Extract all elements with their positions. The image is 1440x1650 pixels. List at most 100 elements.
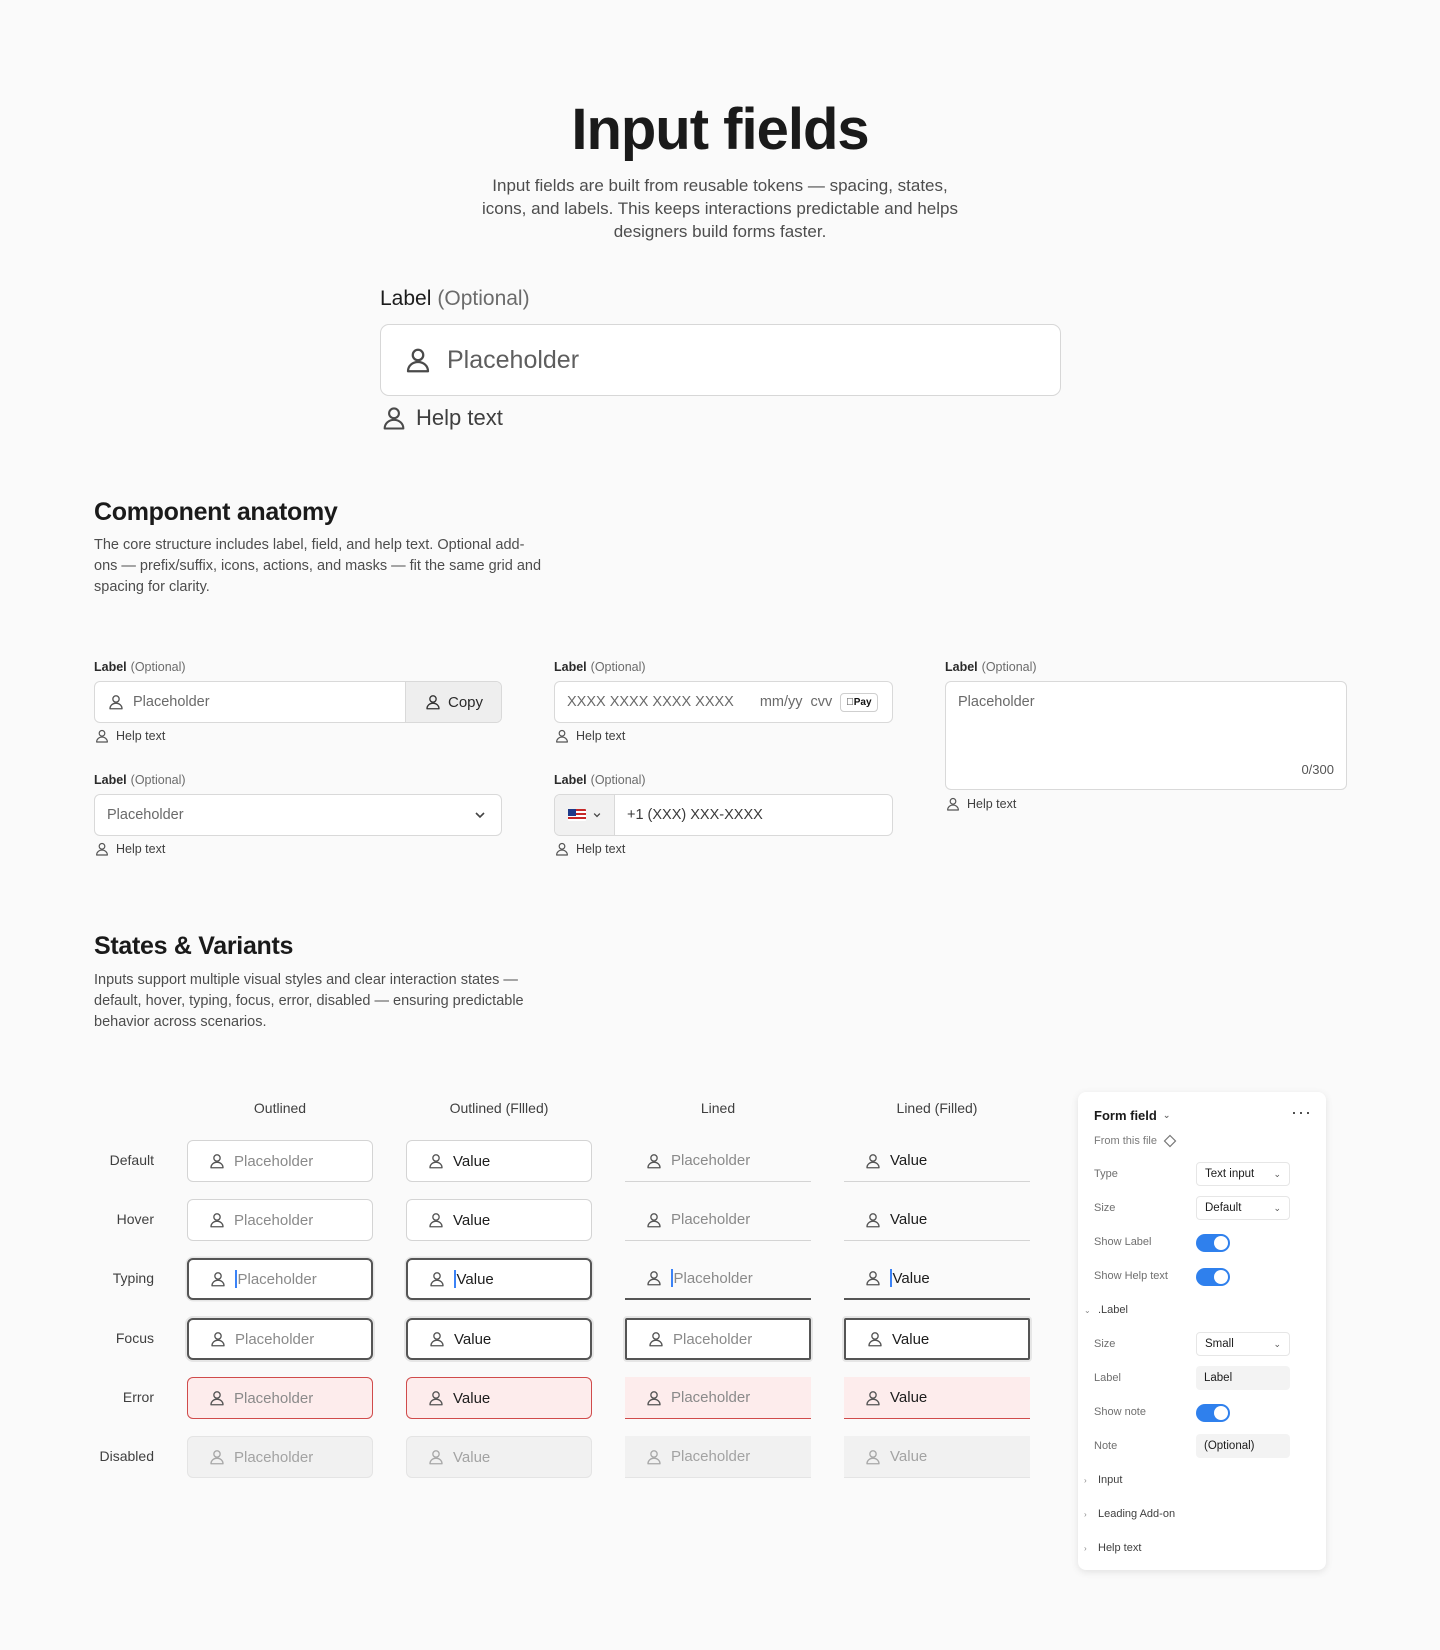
placeholder-text: Placeholder <box>107 807 184 823</box>
show-help-toggle[interactable] <box>1196 1268 1230 1286</box>
text-caret <box>235 1270 237 1288</box>
lined-filled-disabled-input: Value <box>844 1436 1030 1478</box>
outlined-default-input[interactable]: Placeholder <box>187 1140 373 1182</box>
card-field-help: Help text <box>554 728 625 744</box>
lined-filled-default-input[interactable]: Value <box>844 1140 1030 1182</box>
help-text: Help text <box>116 842 166 856</box>
hero-help-text: Help text <box>380 404 503 432</box>
show-label-toggle[interactable] <box>1196 1234 1230 1252</box>
label-text: Label <box>380 287 432 310</box>
size-row-label: Size <box>1094 1202 1116 1214</box>
lined-disabled-input: Placeholder <box>625 1436 811 1478</box>
leading-addon-group-header[interactable]: › Leading Add-on <box>1084 1508 1175 1520</box>
lined-focus-input[interactable]: Placeholder <box>625 1318 811 1360</box>
user-icon <box>209 1270 227 1288</box>
label-group-header[interactable]: ⌄ .Label <box>1084 1304 1128 1316</box>
input-group-header[interactable]: › Input <box>1084 1474 1122 1486</box>
select-field-help: Help text <box>94 841 165 857</box>
user-icon <box>645 1152 663 1170</box>
panel-title[interactable]: Form field ⌄ <box>1094 1108 1170 1123</box>
user-icon <box>427 1211 445 1229</box>
user-icon <box>427 1152 445 1170</box>
copy-field-label: Label (Optional) <box>94 660 186 674</box>
user-icon <box>428 1330 446 1348</box>
lined-hover-input[interactable]: Placeholder <box>625 1199 811 1241</box>
user-icon <box>864 1152 882 1170</box>
outlined-filled-typing-input[interactable]: Value <box>406 1258 592 1300</box>
card-cvv-mask: cvv <box>810 694 833 710</box>
help-text-group-header[interactable]: › Help text <box>1084 1542 1141 1554</box>
row-header-hover: Hover <box>116 1211 154 1227</box>
label-text-input[interactable]: Label <box>1196 1366 1290 1390</box>
lined-filled-error-input[interactable]: Value <box>844 1377 1030 1419</box>
text-caret <box>454 1270 456 1288</box>
user-icon <box>645 1269 663 1287</box>
value-text: Value <box>890 1152 928 1169</box>
outlined-filled-focus-input[interactable]: Value <box>406 1318 592 1360</box>
copy-input[interactable]: Placeholder Copy <box>94 681 502 723</box>
country-selector[interactable] <box>555 795 615 835</box>
lined-error-input[interactable]: Placeholder <box>625 1377 811 1419</box>
note-text-input[interactable]: (Optional) <box>1196 1434 1290 1458</box>
placeholder-text: Placeholder <box>133 694 210 710</box>
row-header-disabled: Disabled <box>99 1448 154 1464</box>
outlined-error-input[interactable]: Placeholder <box>187 1377 373 1419</box>
textarea-input[interactable]: Placeholder 0/300 <box>945 681 1347 790</box>
user-icon <box>645 1448 663 1466</box>
row-header-focus: Focus <box>115 1330 154 1346</box>
textarea-help: Help text <box>945 796 1016 812</box>
chevron-down-icon <box>593 813 600 818</box>
lined-typing-input[interactable]: Placeholder <box>625 1258 811 1300</box>
placeholder-text: Placeholder <box>235 1330 315 1348</box>
show-note-toggle[interactable] <box>1196 1404 1230 1422</box>
phone-input[interactable]: +1 (XXX) XXX-XXXX <box>554 794 893 836</box>
user-icon <box>94 728 110 744</box>
user-icon <box>107 693 125 711</box>
user-icon <box>208 1389 226 1407</box>
lined-filled-hover-input[interactable]: Value <box>844 1199 1030 1241</box>
type-select[interactable]: Text input ⌄ <box>1196 1162 1290 1186</box>
user-icon <box>424 693 442 711</box>
column-header-outlined: Outlined <box>253 1100 307 1116</box>
size-value: Default <box>1205 1202 1242 1214</box>
placeholder-text: Placeholder <box>671 1448 751 1465</box>
outlined-filled-error-input[interactable]: Value <box>406 1377 592 1419</box>
user-icon <box>380 404 408 432</box>
lined-default-input[interactable]: Placeholder <box>625 1140 811 1182</box>
placeholder-text: Placeholder <box>671 1211 751 1228</box>
outlined-filled-default-input[interactable]: Value <box>406 1140 592 1182</box>
user-icon <box>647 1330 665 1348</box>
user-icon <box>645 1389 663 1407</box>
hero-text-input[interactable]: Placeholder <box>380 324 1061 396</box>
states-description: Inputs support multiple visual styles an… <box>94 972 524 1030</box>
lined-filled-typing-input[interactable]: Value <box>844 1258 1030 1300</box>
phone-field-help: Help text <box>554 841 625 857</box>
size-select[interactable]: Default ⌄ <box>1196 1196 1290 1220</box>
apple-pay-badge[interactable]: Pay <box>840 692 878 712</box>
placeholder-text: Placeholder <box>673 1269 753 1287</box>
chevron-right-icon: › <box>1084 1509 1087 1519</box>
select-dropdown[interactable]: Placeholder <box>94 794 502 836</box>
card-number-input[interactable]: XXXX XXXX XXXX XXXX mm/yy cvv Pay <box>554 681 893 723</box>
chevron-down-icon: ⌄ <box>1162 1110 1171 1120</box>
user-icon <box>427 1389 445 1407</box>
label-text: Label <box>94 773 127 787</box>
user-icon <box>864 1448 882 1466</box>
label-size-value: Small <box>1205 1338 1234 1350</box>
outlined-focus-input[interactable]: Placeholder <box>187 1318 373 1360</box>
pay-badge-text: Pay <box>846 696 872 708</box>
user-icon <box>554 841 570 857</box>
more-options-icon[interactable]: ··· <box>1291 1102 1312 1123</box>
outlined-hover-input[interactable]: Placeholder <box>187 1199 373 1241</box>
states-title: States & Variants <box>94 932 294 960</box>
copy-button[interactable]: Copy <box>405 682 501 722</box>
outlined-filled-hover-input[interactable]: Value <box>406 1199 592 1241</box>
value-text: Value <box>453 1389 491 1407</box>
help-text: Help text <box>967 797 1017 811</box>
label-size-select[interactable]: Small ⌄ <box>1196 1332 1290 1356</box>
outlined-typing-input[interactable]: Placeholder <box>187 1258 373 1300</box>
user-icon <box>209 1330 227 1348</box>
lined-filled-focus-input[interactable]: Value <box>844 1318 1030 1360</box>
value-text: Value <box>890 1211 928 1228</box>
card-number-mask: XXXX XXXX XXXX XXXX <box>567 694 734 710</box>
